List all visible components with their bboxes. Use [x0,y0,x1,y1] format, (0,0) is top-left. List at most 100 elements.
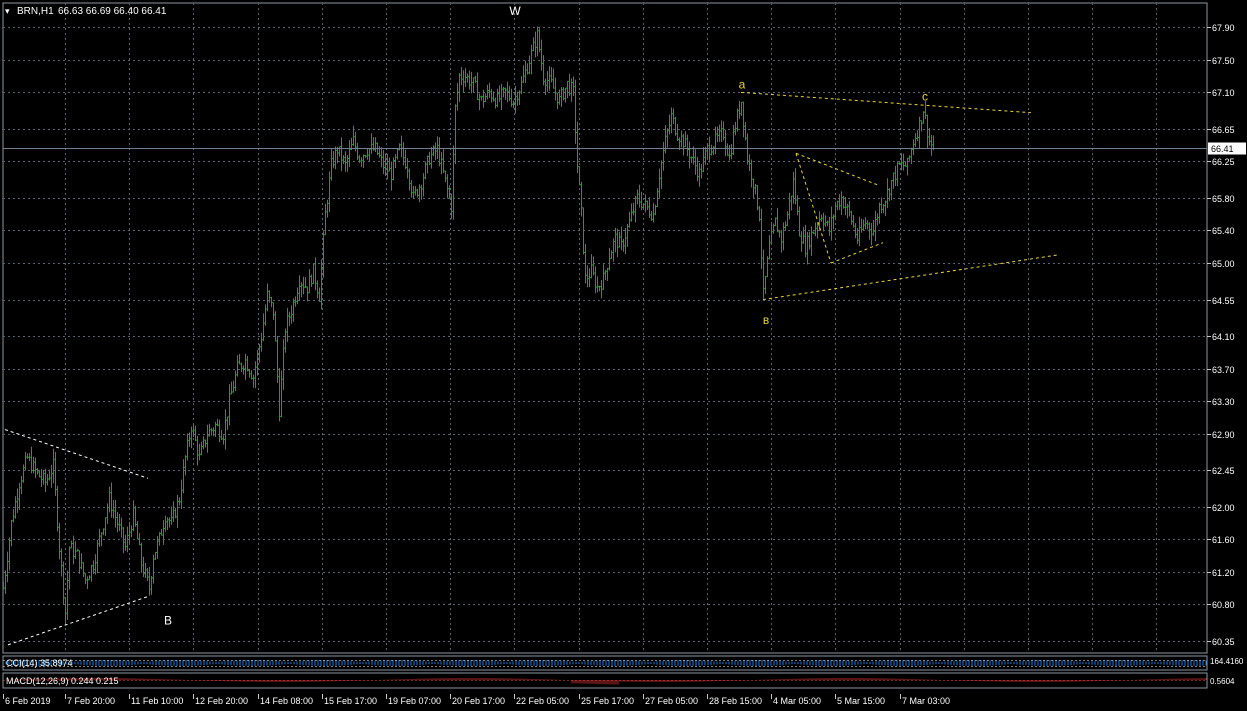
candle [622,238,625,252]
candle [802,226,805,244]
candle [184,455,187,476]
candle [128,521,131,544]
candle [882,203,885,214]
candle [480,95,483,101]
candle [572,76,575,96]
candle [478,93,481,111]
wave-label: B [164,614,172,628]
candle [152,554,155,584]
candle [672,108,675,125]
candle [776,207,779,233]
candle [770,222,773,244]
candle [222,435,225,445]
candle [644,194,647,213]
candle [64,596,67,625]
candle [888,187,891,202]
candle [300,282,303,298]
candle [858,216,861,247]
price-tick-label: 64.55 [1212,296,1235,306]
candle [744,122,747,141]
candle [894,165,897,187]
candle [204,439,207,448]
candle [928,127,931,146]
candle [716,126,719,142]
candle [86,576,89,590]
candle [78,550,81,574]
candle [352,125,355,146]
time-tick-label: 15 Feb 17:00 [324,696,377,706]
candle [48,469,51,481]
symbol-label: BRN,H1 [17,6,54,17]
triangle-lower-line [7,595,150,646]
candle [200,441,203,456]
candle [830,206,833,241]
symbol-dropdown-icon[interactable]: ▾ [5,6,10,16]
candle [536,26,539,57]
candle [778,230,781,238]
candle [198,443,201,461]
time-tick-label: 4 Mar 05:00 [773,696,821,706]
candle [176,494,179,528]
candle [168,517,171,528]
candle [288,311,291,327]
candle [504,87,507,100]
price-tick-label: 62.00 [1212,503,1235,513]
candle [158,532,161,546]
candle [836,200,839,211]
candle [112,499,115,519]
candle [632,202,635,216]
candle [640,191,643,211]
price-tick-label: 61.20 [1212,568,1235,578]
candle [94,554,97,575]
time-tick-label: 7 Mar 03:00 [902,696,950,706]
candle [234,370,237,392]
candle [328,171,331,213]
candle [908,155,911,161]
candle [646,200,649,210]
current-price-label: 66.41 [1211,144,1234,154]
time-tick-label: 27 Feb 05:00 [645,696,698,706]
candle [690,156,693,164]
candle [570,78,573,102]
candle [860,218,863,233]
price-chart[interactable]: Wa c в B 67.90 67.50 67.10 66.65 66.25 65.80 65.4… [0,0,1247,711]
candle [110,482,113,518]
candle [46,474,49,486]
candle [624,228,627,254]
candle [758,205,761,222]
candle [896,161,899,187]
price-tick-label: 64.10 [1212,332,1235,342]
candle [434,142,437,161]
candle [460,67,463,86]
candle [634,195,637,223]
candle [592,256,595,276]
candle [252,374,255,388]
time-tick-label: 11 Feb 10:00 [131,696,183,706]
candle [870,222,873,246]
candle [298,275,301,301]
candle [266,283,269,312]
candle [774,217,777,227]
candle [294,296,297,307]
candle [8,537,11,571]
candle [772,223,775,234]
candle [88,575,91,581]
price-tick-label: 66.25 [1212,157,1235,167]
candle [192,424,195,437]
candle [190,426,193,449]
candle [552,68,555,89]
candle [432,145,435,157]
candle [806,232,809,265]
candle [452,145,455,220]
price-tick-label: 63.70 [1212,365,1235,375]
candle [654,204,657,216]
chart-grid [2,2,1208,654]
candle [334,146,337,170]
chart-frame [2,2,1208,654]
candle [230,381,233,395]
candle [206,424,209,453]
candle [922,111,925,124]
candle [596,276,599,293]
candle [290,305,293,324]
indicator-panels: CCI(14) 35.8974 164.4160 MACD(12,26,9) 0.2… [2,655,1244,689]
